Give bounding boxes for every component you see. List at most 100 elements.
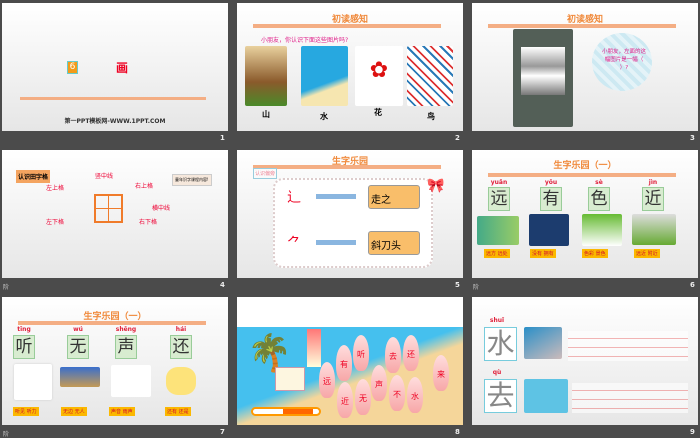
beach-image (524, 327, 562, 359)
slide-thumbnail-9[interactable]: shuǐ 水 qù 去 (472, 297, 698, 425)
slide-number: 6 (690, 281, 695, 289)
radical-name-2: 斜刀头 (368, 231, 420, 255)
radical-name-1: 走之 (368, 185, 420, 209)
pinyin: sè (595, 179, 603, 186)
word-bird: 鸟 (427, 112, 435, 121)
monkey-image (524, 379, 568, 413)
question-text: 小朋友，你认识下面这些图片吗? (261, 37, 349, 44)
arrow-icon (316, 240, 356, 245)
topic-tag: 认识田字格 (16, 170, 51, 183)
bubble-text: 小朋友，左面的这幅图片是一幅（ ）? (601, 49, 646, 71)
word-examples: 远近 附近 (634, 249, 660, 258)
label-vertical-line: 竖中线 (95, 173, 114, 180)
birds-image (407, 46, 453, 106)
character-card: 色 (588, 187, 610, 211)
arrow-icon (316, 194, 356, 199)
word-examples: 无边 无人 (61, 407, 87, 416)
topic-tag: 认识偏旁 (253, 168, 278, 179)
character-card: 水 (484, 327, 517, 361)
tree-image (582, 214, 622, 246)
slide-number: 1 (220, 134, 225, 142)
word-rocket[interactable]: 不 (389, 375, 405, 411)
character-card: 还 (170, 335, 192, 359)
pinyin: tīng (17, 326, 31, 333)
character-card: 声 (115, 335, 137, 359)
character-card: 有 (540, 187, 562, 211)
pinyin: hái (175, 326, 187, 333)
slide-number: 9 (690, 428, 695, 436)
water-image (301, 46, 348, 106)
pinyin: yǒu (544, 179, 558, 186)
grass-image (632, 214, 676, 245)
rocket-icon (307, 329, 321, 367)
signboard (275, 367, 305, 391)
word-examples: 声音 雨声 (109, 407, 135, 416)
slide-number: 3 (690, 134, 695, 142)
word-rocket[interactable]: 还 (403, 335, 419, 371)
flower-image: ✿ (355, 46, 403, 106)
word-rocket[interactable]: 远 (319, 362, 335, 398)
label-horizontal-line: 横中线 (152, 205, 171, 212)
footer-text: 第一PPT模板网-WWW.1PPT.COM (64, 118, 166, 125)
animation-marker: 阶 (473, 284, 480, 291)
slide-thumbnail-1[interactable]: 6 画 第一PPT模板网-WWW.1PPT.COM (2, 3, 228, 131)
word-flower: 花 (374, 108, 382, 117)
character-card: 去 (484, 379, 517, 413)
heading-underline (253, 165, 441, 169)
cartoon-image (166, 367, 196, 395)
pinyin: shēng (115, 326, 137, 333)
radical-1: 辶 (287, 190, 301, 206)
label-top-left: 左上格 (46, 185, 65, 192)
heading-underline (488, 173, 676, 177)
pinyin: shuǐ (489, 317, 505, 324)
character-notes (572, 383, 688, 413)
word-rocket[interactable]: 近 (337, 382, 353, 418)
slide-thumbnail-7[interactable]: 生字乐园（一） tīng wú shēng hái 听 无 声 还 听见 听力 … (2, 297, 228, 425)
slide-heading: 生字乐园（一） (553, 161, 617, 171)
progress-bar (251, 407, 321, 416)
word-rocket[interactable]: 听 (353, 335, 369, 371)
heading-underline (253, 24, 441, 28)
lesson-title: 画 (116, 61, 129, 75)
word-examples: 还有 还是 (165, 407, 191, 416)
slide-thumbnail-4[interactable]: 认识田字格 童年识字课程内容! 竖中线 左上格 右上格 横中线 左下格 右下格 (2, 150, 228, 278)
slide-thumbnail-6[interactable]: 生字乐园（一） yuǎn yǒu sè jìn 远 有 色 近 远方 远处 没有… (472, 150, 698, 278)
heading-underline (18, 321, 206, 325)
word-examples: 听见 听力 (13, 407, 39, 416)
word-mountain: 山 (262, 110, 270, 119)
slide-thumbnail-8[interactable]: 🌴 远 有 听 去 还 近 无 声 不 水 来 (237, 297, 463, 425)
word-examples: 远方 远处 (484, 249, 510, 258)
lesson-badge: 6 (67, 61, 78, 74)
word-water: 水 (320, 112, 328, 121)
animation-marker: 阶 (3, 431, 10, 438)
character-card: 无 (67, 335, 89, 359)
slide-number: 7 (220, 428, 225, 436)
slide-number: 2 (455, 134, 460, 142)
pinyin: yuǎn (490, 179, 508, 186)
character-card: 听 (13, 335, 35, 359)
pinyin: wú (73, 326, 83, 333)
listening-image (14, 364, 52, 400)
word-rocket[interactable]: 水 (407, 377, 423, 413)
slide-thumbnail-2[interactable]: 初读感知 小朋友，你认识下面这些图片吗? ✿ 山 水 花 鸟 (237, 3, 463, 131)
heading-underline (488, 24, 676, 28)
word-examples: 没有 拥有 (530, 249, 556, 258)
rain-image (111, 365, 151, 397)
balloon-banner: 童年识字课程内容! (172, 174, 212, 186)
bow-icon: 🎀 (427, 178, 445, 194)
word-rocket[interactable]: 声 (371, 365, 387, 401)
label-top-right: 右上格 (135, 183, 154, 190)
character-notes (568, 331, 688, 361)
animation-marker: 阶 (3, 284, 10, 291)
pinyin: qù (492, 369, 502, 376)
slide-number: 5 (455, 281, 460, 289)
word-rocket[interactable]: 无 (355, 379, 371, 415)
scroll-painting (513, 29, 573, 127)
slide-thumbnail-3[interactable]: 初读感知 小朋友，左面的这幅图片是一幅（ ）? (472, 3, 698, 131)
mountain-image (245, 46, 287, 106)
word-rocket[interactable]: 去 (385, 337, 401, 373)
slide-thumbnail-5[interactable]: 生字乐园 认识偏旁 辶 走之 ⺈ 斜刀头 🎀 (237, 150, 463, 278)
word-rocket[interactable]: 来 (433, 355, 449, 391)
character-card: 近 (642, 187, 664, 211)
word-rocket[interactable]: 有 (336, 345, 352, 381)
